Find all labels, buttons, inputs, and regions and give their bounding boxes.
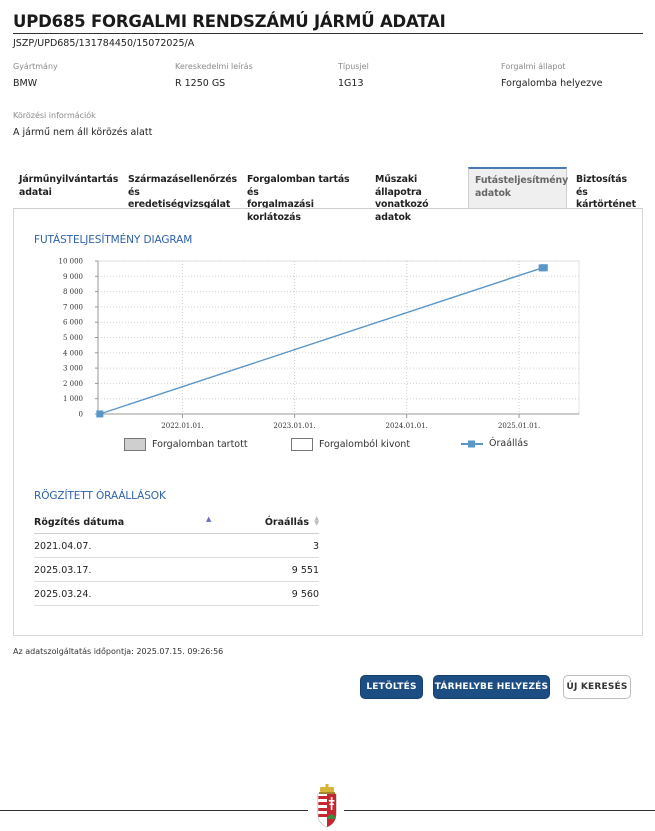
data-point — [540, 264, 548, 272]
footer-divider-right — [344, 810, 655, 811]
sort-both-icon[interactable]: ▲ ▼ — [314, 516, 319, 527]
tab-label-line1: Származásellenőrzés — [128, 174, 237, 185]
cell-reading: 9 560 — [291, 589, 319, 600]
legend-label: Óraállás — [489, 438, 529, 449]
page-title: UPD685 FORGALMI RENDSZÁMÚ JÁRMŰ ADATAI — [13, 12, 446, 31]
header-reading[interactable]: Óraállás — [265, 517, 309, 528]
tab-label-line1: Forgalomban tartás és — [247, 174, 350, 198]
tab-origin-check[interactable]: Származásellenőrzés és eredetiségvizsgál… — [122, 167, 242, 210]
y-tick-label: 4 000 — [63, 349, 83, 357]
case-id: JSZP/UPD685/131784450/15072025/A — [13, 38, 195, 49]
store-button[interactable]: TÁRHELYBE HELYEZÉS — [433, 675, 550, 699]
download-button[interactable]: LETÖLTÉS — [360, 675, 423, 699]
field-value: A jármű nem áll körözés alatt — [13, 127, 153, 138]
tab-label-line1: Futásteljesítmény — [475, 175, 569, 186]
title-divider — [13, 33, 643, 34]
field-value: R 1250 GS — [175, 78, 226, 89]
y-tick-label: 10 000 — [59, 258, 84, 266]
cell-date: 2025.03.24. — [34, 589, 92, 600]
field-value: Forgalomba helyezve — [501, 78, 603, 89]
recorded-readings-title: RÖGZÍTETT ÓRAÁLLÁSOK — [34, 490, 166, 502]
field-label: Körözési információk — [13, 111, 96, 120]
field-value: 1G13 — [338, 78, 364, 89]
field-commercial-description: Kereskedelmi leírás R 1250 GS — [175, 62, 253, 89]
mileage-chart: 0 1 000 2 000 3 000 4 000 5 000 6 000 7 000 8 00… — [59, 258, 580, 430]
field-label: Gyártmány — [13, 62, 58, 71]
series-line — [99, 267, 545, 415]
table-row: 2021.04.07. 3 — [34, 534, 319, 558]
cell-reading: 9 551 — [291, 565, 319, 576]
tab-bar: Járműnyilvántartás adatai Származásellen… — [13, 167, 643, 223]
tab-technical-condition[interactable]: Műszaki állapotra vonatkozó adatok — [369, 167, 467, 223]
y-tick-label: 3 000 — [63, 365, 83, 373]
footer-divider-left — [0, 810, 308, 811]
field-traffic-status: Forgalmi állapot Forgalomba helyezve — [501, 62, 603, 89]
legend-swatch-gray — [124, 438, 146, 451]
tab-label-line1: Műszaki állapotra — [375, 174, 422, 198]
new-search-button[interactable]: ÚJ KERESÉS — [563, 675, 631, 699]
y-tick-label: 8 000 — [63, 288, 83, 296]
table-row: 2025.03.24. 9 560 — [34, 582, 319, 606]
hungarian-coat-of-arms-icon — [317, 784, 337, 828]
tab-label-line2: adatok — [475, 187, 511, 199]
legend-odometer: Óraállás — [461, 438, 528, 449]
cell-date: 2021.04.07. — [34, 541, 92, 552]
field-wanted-info: Körözési információk A jármű nem áll kör… — [13, 111, 152, 138]
tab-traffic-restrictions[interactable]: Forgalomban tartás és forgalmazási korlá… — [241, 167, 369, 223]
y-tick-label: 2 000 — [63, 380, 83, 388]
tab-label-line2: adatai — [19, 186, 52, 198]
header-date[interactable]: Rögzítés dátuma — [34, 517, 124, 528]
sort-asc-icon[interactable]: ▲ — [206, 515, 211, 523]
query-timestamp: Az adatszolgáltatás időpontja: 2025.07.1… — [13, 647, 224, 656]
readings-table: Rögzítés dátuma ▲ Óraállás ▲ ▼ 2021.04.07… — [34, 514, 319, 606]
field-make: Gyártmány BMW — [13, 62, 58, 89]
y-tick-label: 6 000 — [63, 319, 83, 327]
y-tick-label: 5 000 — [63, 334, 83, 342]
y-tick-label: 1 000 — [63, 395, 83, 403]
legend-withdrawn: Forgalomból kivont — [291, 438, 410, 451]
tab-mileage-data[interactable]: Futásteljesítmény adatok — [468, 167, 569, 209]
field-label: Forgalmi állapot — [501, 62, 566, 71]
y-tick-label: 7 000 — [63, 303, 83, 311]
x-tick-label: 2024.01.01. — [386, 422, 428, 430]
table-header: Rögzítés dátuma ▲ Óraállás ▲ ▼ — [34, 514, 319, 534]
field-label: Típusjel — [338, 62, 369, 71]
x-tick-label: 2022.01.01. — [161, 422, 203, 430]
x-tick-label: 2023.01.01. — [273, 422, 315, 430]
tab-insurance-history[interactable]: Biztosítás és kártörténet — [570, 167, 643, 210]
x-tick-label: 2025.01.01. — [498, 422, 540, 430]
legend-in-traffic: Forgalomban tartott — [124, 438, 248, 451]
y-tick-label: 9 000 — [63, 273, 83, 281]
legend-label: Forgalomból kivont — [319, 439, 411, 450]
tab-panel: FUTÁSTELJESÍTMÉNY DIAGRAM 0 1 000 2 000 3 0… — [13, 208, 643, 636]
tab-registry-data[interactable]: Járműnyilvántartás adatai — [13, 167, 123, 209]
chart-title: FUTÁSTELJESÍTMÉNY DIAGRAM — [34, 234, 193, 246]
cell-date: 2025.03.17. — [34, 565, 92, 576]
legend-swatch-white — [291, 438, 313, 451]
data-point — [96, 410, 104, 418]
field-type-code: Típusjel 1G13 — [338, 62, 369, 89]
legend-label: Forgalomban tartott — [152, 439, 248, 450]
field-label: Kereskedelmi leírás — [175, 62, 253, 71]
cell-reading: 3 — [312, 541, 319, 552]
y-tick-label: 0 — [79, 411, 83, 419]
chart-legend: Forgalomban tartott Forgalomból kivont Ó… — [124, 438, 564, 454]
legend-line-marker-icon — [461, 440, 483, 447]
field-value: BMW — [13, 78, 38, 89]
table-row: 2025.03.17. 9 551 — [34, 558, 319, 582]
tab-label-line1: Biztosítás és — [576, 174, 627, 198]
tab-label-line1: Járműnyilvántartás — [19, 174, 119, 185]
